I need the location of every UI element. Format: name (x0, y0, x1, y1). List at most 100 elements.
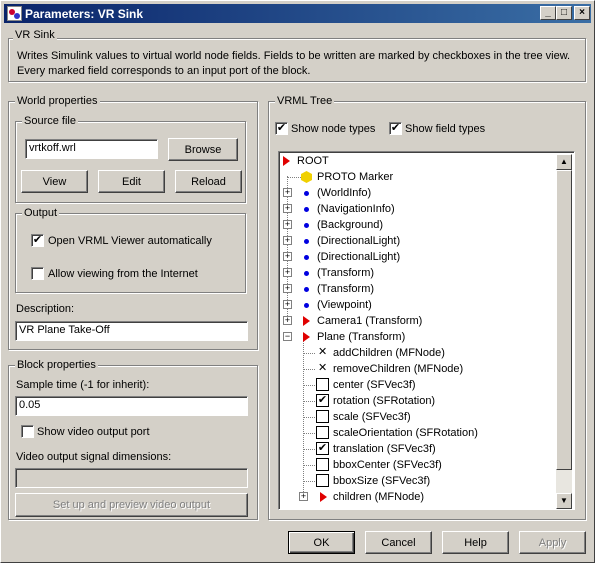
collapse-icon[interactable]: − (283, 332, 292, 341)
output-legend: Output (22, 207, 60, 219)
red-triangle-icon (303, 332, 310, 342)
open-viewer-label: Open VRML Viewer automatically (48, 235, 212, 247)
browse-button[interactable]: Browse (168, 138, 238, 161)
tree-item-label: bboxCenter (SFVec3f) (333, 459, 442, 471)
expand-icon[interactable]: + (283, 316, 292, 325)
source-file-legend: Source file (22, 115, 78, 127)
blue-dot-icon (304, 207, 309, 212)
expand-icon[interactable]: + (283, 300, 292, 309)
tree-item-label: (Viewpoint) (317, 299, 372, 311)
field-checkbox[interactable] (316, 474, 329, 487)
sample-time-label: Sample time (-1 for inherit): (16, 379, 150, 391)
tree-item-label: scaleOrientation (SFRotation) (333, 427, 478, 439)
help-button[interactable]: Help (442, 531, 509, 554)
window-title: Parameters: VR Sink (25, 7, 144, 21)
tree-scrollbar[interactable]: ▲ ▼ (556, 154, 572, 509)
field-checkbox[interactable]: ✔ (316, 394, 329, 407)
description-label: Description: (16, 303, 75, 315)
expand-icon[interactable]: + (283, 188, 292, 197)
x-icon: ✕ (318, 362, 328, 374)
tree-item-label: Plane (Transform) (317, 331, 406, 343)
field-checkbox[interactable]: ✔ (316, 442, 329, 455)
blue-dot-icon (304, 303, 309, 308)
tree-item-label: removeChildren (MFNode) (333, 363, 464, 375)
tree-item-label: (Transform) (317, 267, 375, 279)
tree-item-label: center (SFVec3f) (333, 379, 416, 391)
blue-dot-icon (304, 239, 309, 244)
show-node-types-checkbox[interactable]: ✔ (275, 122, 288, 135)
tree-item-label: (Background) (317, 219, 384, 231)
scroll-down-button[interactable]: ▼ (556, 493, 572, 509)
field-checkbox[interactable] (316, 410, 329, 423)
ok-button[interactable]: OK (288, 531, 355, 554)
vr-sink-legend: VR Sink (13, 29, 57, 41)
show-field-types-label: Show field types (405, 123, 486, 135)
maximize-button[interactable]: □ (556, 6, 572, 20)
reload-button[interactable]: Reload (175, 170, 242, 193)
cancel-button[interactable]: Cancel (365, 531, 432, 554)
apply-button: Apply (519, 531, 586, 554)
scroll-thumb[interactable] (556, 170, 572, 470)
blue-dot-icon (304, 191, 309, 196)
tree-item-label: scale (SFVec3f) (333, 411, 411, 423)
expand-icon[interactable]: + (283, 268, 292, 277)
output-group: Output (15, 207, 246, 293)
open-viewer-checkbox[interactable]: ✔ (31, 234, 44, 247)
blue-dot-icon (304, 271, 309, 276)
view-button[interactable]: View (21, 170, 88, 193)
tree-item-label: (WorldInfo) (317, 187, 372, 199)
tree-item-label: (DirectionalLight) (317, 235, 401, 247)
tree-item-label: ROOT (297, 155, 329, 167)
setup-video-button: Set up and preview video output (15, 493, 248, 517)
yellow-hexagon-icon (301, 171, 312, 183)
tree-item-label: Camera1 (Transform) (317, 315, 423, 327)
blue-dot-icon (304, 255, 309, 260)
expand-icon[interactable]: + (283, 284, 292, 293)
field-checkbox[interactable] (316, 458, 329, 471)
expand-icon[interactable]: + (283, 220, 292, 229)
vr-sink-description: Writes Simulink values to virtual world … (17, 50, 571, 77)
tree-item-label: (DirectionalLight) (317, 251, 401, 263)
block-properties-legend: Block properties (15, 359, 98, 371)
tree-item-label: (Transform) (317, 283, 375, 295)
red-triangle-icon (303, 316, 310, 326)
expand-icon[interactable]: + (283, 236, 292, 245)
x-icon: ✕ (318, 346, 328, 358)
edit-button[interactable]: Edit (98, 170, 165, 193)
video-dims-label: Video output signal dimensions: (16, 451, 172, 463)
tree-item-label: addChildren (MFNode) (333, 347, 445, 359)
title-bar[interactable]: Parameters: VR Sink _ □ × (4, 4, 591, 23)
show-node-types-label: Show node types (291, 123, 376, 135)
world-properties-legend: World properties (15, 95, 100, 107)
expand-icon[interactable]: + (283, 252, 292, 261)
show-field-types-checkbox[interactable]: ✔ (389, 122, 402, 135)
close-button[interactable]: × (574, 6, 590, 20)
show-video-checkbox[interactable] (21, 425, 34, 438)
minimize-button[interactable]: _ (540, 6, 556, 20)
dialog-window: Parameters: VR Sink _ □ × VR Sink Writes… (0, 0, 595, 563)
expand-icon[interactable]: + (283, 204, 292, 213)
sample-time-input[interactable]: 0.05 (15, 396, 248, 416)
blue-dot-icon (304, 287, 309, 292)
expand-icon[interactable]: + (299, 492, 308, 501)
allow-internet-label: Allow viewing from the Internet (48, 268, 198, 280)
tree-item-label: rotation (SFRotation) (333, 395, 436, 407)
field-checkbox[interactable] (316, 426, 329, 439)
tree-item-label: PROTO Marker (317, 171, 394, 183)
show-video-label: Show video output port (37, 426, 150, 438)
video-dims-input (15, 468, 248, 488)
vrml-tree-legend: VRML Tree (275, 95, 335, 107)
simulink-app-icon (7, 6, 22, 21)
scroll-up-button[interactable]: ▲ (556, 154, 572, 170)
blue-dot-icon (304, 223, 309, 228)
description-input[interactable]: VR Plane Take-Off (15, 321, 248, 341)
field-checkbox[interactable] (316, 378, 329, 391)
red-triangle-icon (320, 492, 327, 502)
vrml-tree-view[interactable]: ROOT PROTO Marker + (WorldInfo) + (Navig… (278, 151, 575, 510)
red-triangle-icon (283, 156, 290, 166)
source-file-input[interactable]: vrtkoff.wrl (25, 139, 158, 159)
tree-item-label: children (MFNode) (333, 491, 425, 503)
vr-sink-group: VR Sink Writes Simulink values to virtua… (8, 29, 586, 82)
allow-internet-checkbox[interactable] (31, 267, 44, 280)
tree-item-label: (NavigationInfo) (317, 203, 395, 215)
